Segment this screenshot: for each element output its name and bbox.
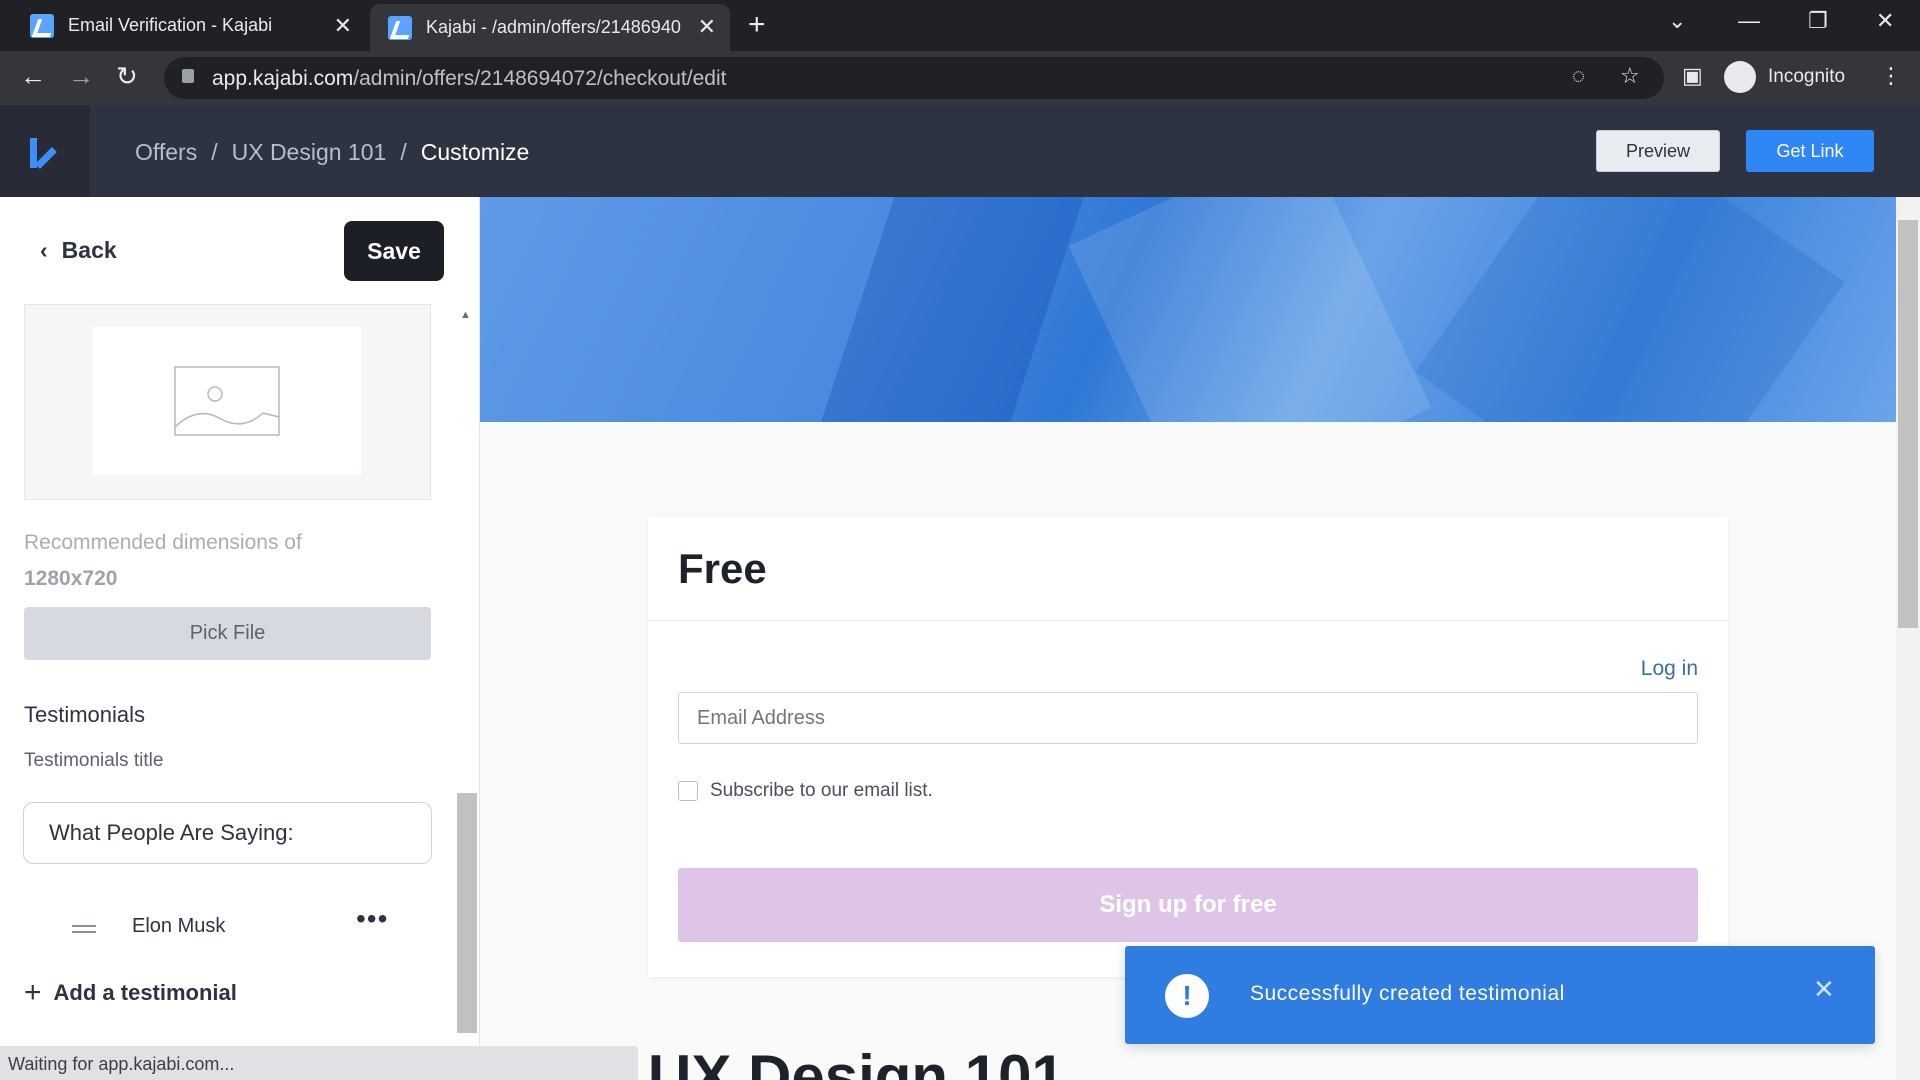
image-placeholder (93, 327, 361, 475)
tab-search-icon[interactable]: ⌄ (1668, 8, 1686, 34)
subscribe-checkbox[interactable] (678, 781, 698, 801)
close-tab-icon[interactable]: ✕ (698, 14, 716, 40)
divider (648, 620, 1728, 621)
testimonial-list-item[interactable]: Elon Musk ••• (24, 897, 431, 957)
image-placeholder-icon (174, 366, 280, 436)
star-icon[interactable]: ☆ (1620, 63, 1640, 89)
browser-tab-active[interactable]: Kajabi - /admin/offers/21486940 ✕ (370, 4, 730, 51)
breadcrumb-current: Customize (420, 139, 530, 165)
url-text: app.kajabi.com/admin/offers/2148694072/c… (212, 67, 727, 90)
preview-scrollbar-thumb[interactable] (1898, 220, 1918, 628)
profile-label: Incognito (1768, 66, 1846, 87)
success-toast: ! Successfully created testimonial ✕ (1125, 946, 1875, 1044)
tab-title: Email Verification - Kajabi (68, 15, 273, 35)
breadcrumb: Offers / UX Design 101 / Customize (135, 139, 529, 166)
kajabi-favicon-icon (388, 15, 412, 40)
close-tab-icon[interactable]: ✕ (334, 13, 352, 39)
offer-title: UX Design 101 (648, 1043, 1065, 1080)
scroll-up-icon[interactable]: ▲ (460, 309, 471, 321)
tab-title: Kajabi - /admin/offers/21486940 (426, 17, 681, 37)
pick-file-button[interactable]: Pick File (24, 607, 431, 660)
drag-handle-icon[interactable] (72, 925, 96, 933)
checkout-card: Free Log in Subscribe to our email list.… (648, 517, 1728, 977)
browser-status-bar: Waiting for app.kajabi.com... (0, 1046, 638, 1080)
incognito-icon (1724, 61, 1756, 93)
kajabi-logo-icon (30, 138, 60, 168)
settings-sidebar: ‹ Back Save Recommended dimensions of 128… (0, 197, 480, 1080)
side-panel-icon[interactable]: ▣ (1682, 63, 1703, 89)
testimonials-heading: Testimonials (24, 702, 146, 727)
browser-address-bar: ← → ↻ app.kajabi.com/admin/offers/214869… (0, 51, 1920, 105)
breadcrumb-offers[interactable]: Offers (135, 139, 197, 166)
breadcrumb-separator: / (400, 139, 407, 165)
more-options-icon[interactable]: ••• (356, 903, 388, 935)
add-testimonial-button[interactable]: + Add a testimonial (24, 976, 237, 1009)
reload-icon[interactable]: ↻ (116, 61, 138, 92)
lock-icon (182, 69, 194, 83)
chevron-left-icon: ‹ (40, 237, 48, 263)
get-link-button[interactable]: Get Link (1746, 130, 1874, 172)
recommended-dimensions: Recommended dimensions of 1280x720 (24, 531, 302, 590)
new-tab-icon[interactable]: + (748, 8, 766, 42)
eye-off-icon[interactable]: ◌ (1572, 63, 1585, 89)
alert-icon: ! (1165, 974, 1209, 1018)
price-title: Free (678, 545, 767, 592)
sign-up-button[interactable]: Sign up for free (678, 868, 1698, 942)
minimize-icon[interactable]: — (1738, 8, 1760, 34)
forward-arrow-icon[interactable]: → (68, 61, 94, 92)
hero-banner-image (480, 197, 1896, 422)
sidebar-scrollbar-thumb[interactable] (457, 793, 477, 1033)
plus-icon: + (24, 976, 42, 1009)
subscribe-checkbox-row[interactable]: Subscribe to our email list. (678, 780, 933, 802)
email-field[interactable] (678, 692, 1698, 744)
menu-kebab-icon[interactable]: ⋮ (1880, 63, 1902, 89)
toast-message: Successfully created testimonial (1250, 982, 1565, 1005)
browser-tab-bar: Email Verification - Kajabi ✕ Kajabi - /… (0, 0, 1920, 51)
url-field[interactable]: app.kajabi.com/admin/offers/2148694072/c… (164, 57, 1664, 99)
close-icon[interactable]: ✕ (1813, 974, 1835, 1005)
testimonials-title-label: Testimonials title (24, 750, 164, 771)
kajabi-favicon-icon (30, 13, 54, 38)
save-button[interactable]: Save (344, 221, 444, 281)
image-upload-preview[interactable] (24, 304, 431, 500)
profile-incognito[interactable]: Incognito (1724, 61, 1845, 93)
back-arrow-icon[interactable]: ← (20, 61, 46, 92)
kajabi-logo[interactable] (0, 105, 90, 197)
close-window-icon[interactable]: ✕ (1876, 8, 1894, 34)
log-in-link[interactable]: Log in (1641, 657, 1698, 681)
browser-tab[interactable]: Email Verification - Kajabi ✕ (12, 0, 366, 51)
preview-button[interactable]: Preview (1596, 130, 1720, 172)
subscribe-label: Subscribe to our email list. (710, 780, 933, 801)
testimonials-title-input[interactable] (23, 802, 432, 864)
testimonial-name: Elon Musk (132, 915, 226, 937)
back-button[interactable]: ‹ Back (40, 237, 117, 264)
app-header: Offers / UX Design 101 / Customize Previ… (0, 105, 1920, 197)
breadcrumb-separator: / (211, 139, 218, 165)
breadcrumb-offer[interactable]: UX Design 101 (232, 139, 387, 166)
restore-icon[interactable]: ❐ (1808, 8, 1828, 34)
